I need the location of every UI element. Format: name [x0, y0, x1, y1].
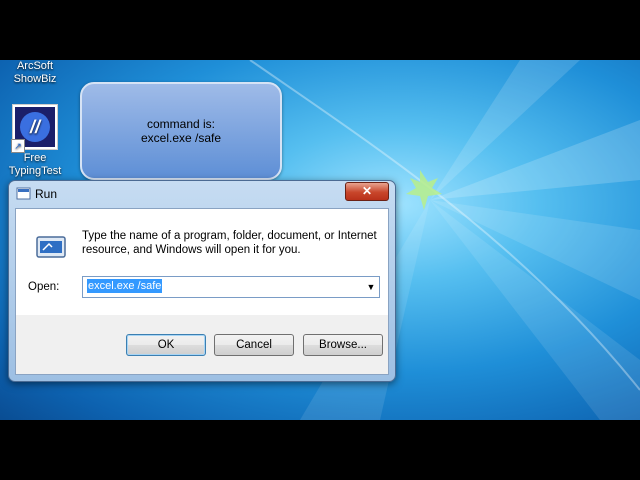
run-dialog: Run ✕ Type the name of a program, folder… [8, 180, 396, 382]
typingtest-icon: // ↗ [11, 104, 58, 153]
dialog-client: Type the name of a program, folder, docu… [15, 208, 389, 375]
desktop-icon-label: ArcSoft [16, 60, 54, 72]
dialog-description: Type the name of a program, folder, docu… [82, 230, 377, 256]
desktop-icon-label: ShowBiz [13, 73, 57, 85]
close-button[interactable]: ✕ [345, 182, 389, 201]
callout-line-2: excel.exe /safe [140, 131, 222, 145]
dialog-titlebar[interactable]: Run ✕ [9, 181, 395, 207]
dialog-title: Run [35, 187, 58, 201]
desktop-icon-arcsoft-showbiz[interactable]: ArcSoft ShowBiz [4, 60, 66, 86]
dialog-body: Type the name of a program, folder, docu… [16, 209, 388, 315]
open-combobox[interactable]: excel.exe /safe ▼ [82, 276, 380, 298]
callout-line-1: command is: [146, 117, 216, 131]
ok-button[interactable]: OK [126, 334, 206, 356]
run-icon [16, 187, 31, 200]
desktop-icon-label: TypingTest [8, 165, 62, 177]
cancel-button[interactable]: Cancel [214, 334, 294, 356]
browse-button[interactable]: Browse... [303, 334, 383, 356]
open-label: Open: [28, 281, 60, 293]
chevron-down-icon[interactable]: ▼ [365, 280, 377, 294]
desktop: ArcSoft ShowBiz // ↗ Free TypingTest com… [0, 60, 640, 420]
desktop-icon-free-typingtest[interactable]: // ↗ Free TypingTest [4, 104, 66, 178]
instruction-callout: command is: excel.exe /safe [80, 82, 282, 180]
open-input-value[interactable]: excel.exe /safe [87, 279, 163, 293]
desktop-icon-label: Free [23, 152, 47, 164]
run-program-icon [36, 236, 66, 258]
